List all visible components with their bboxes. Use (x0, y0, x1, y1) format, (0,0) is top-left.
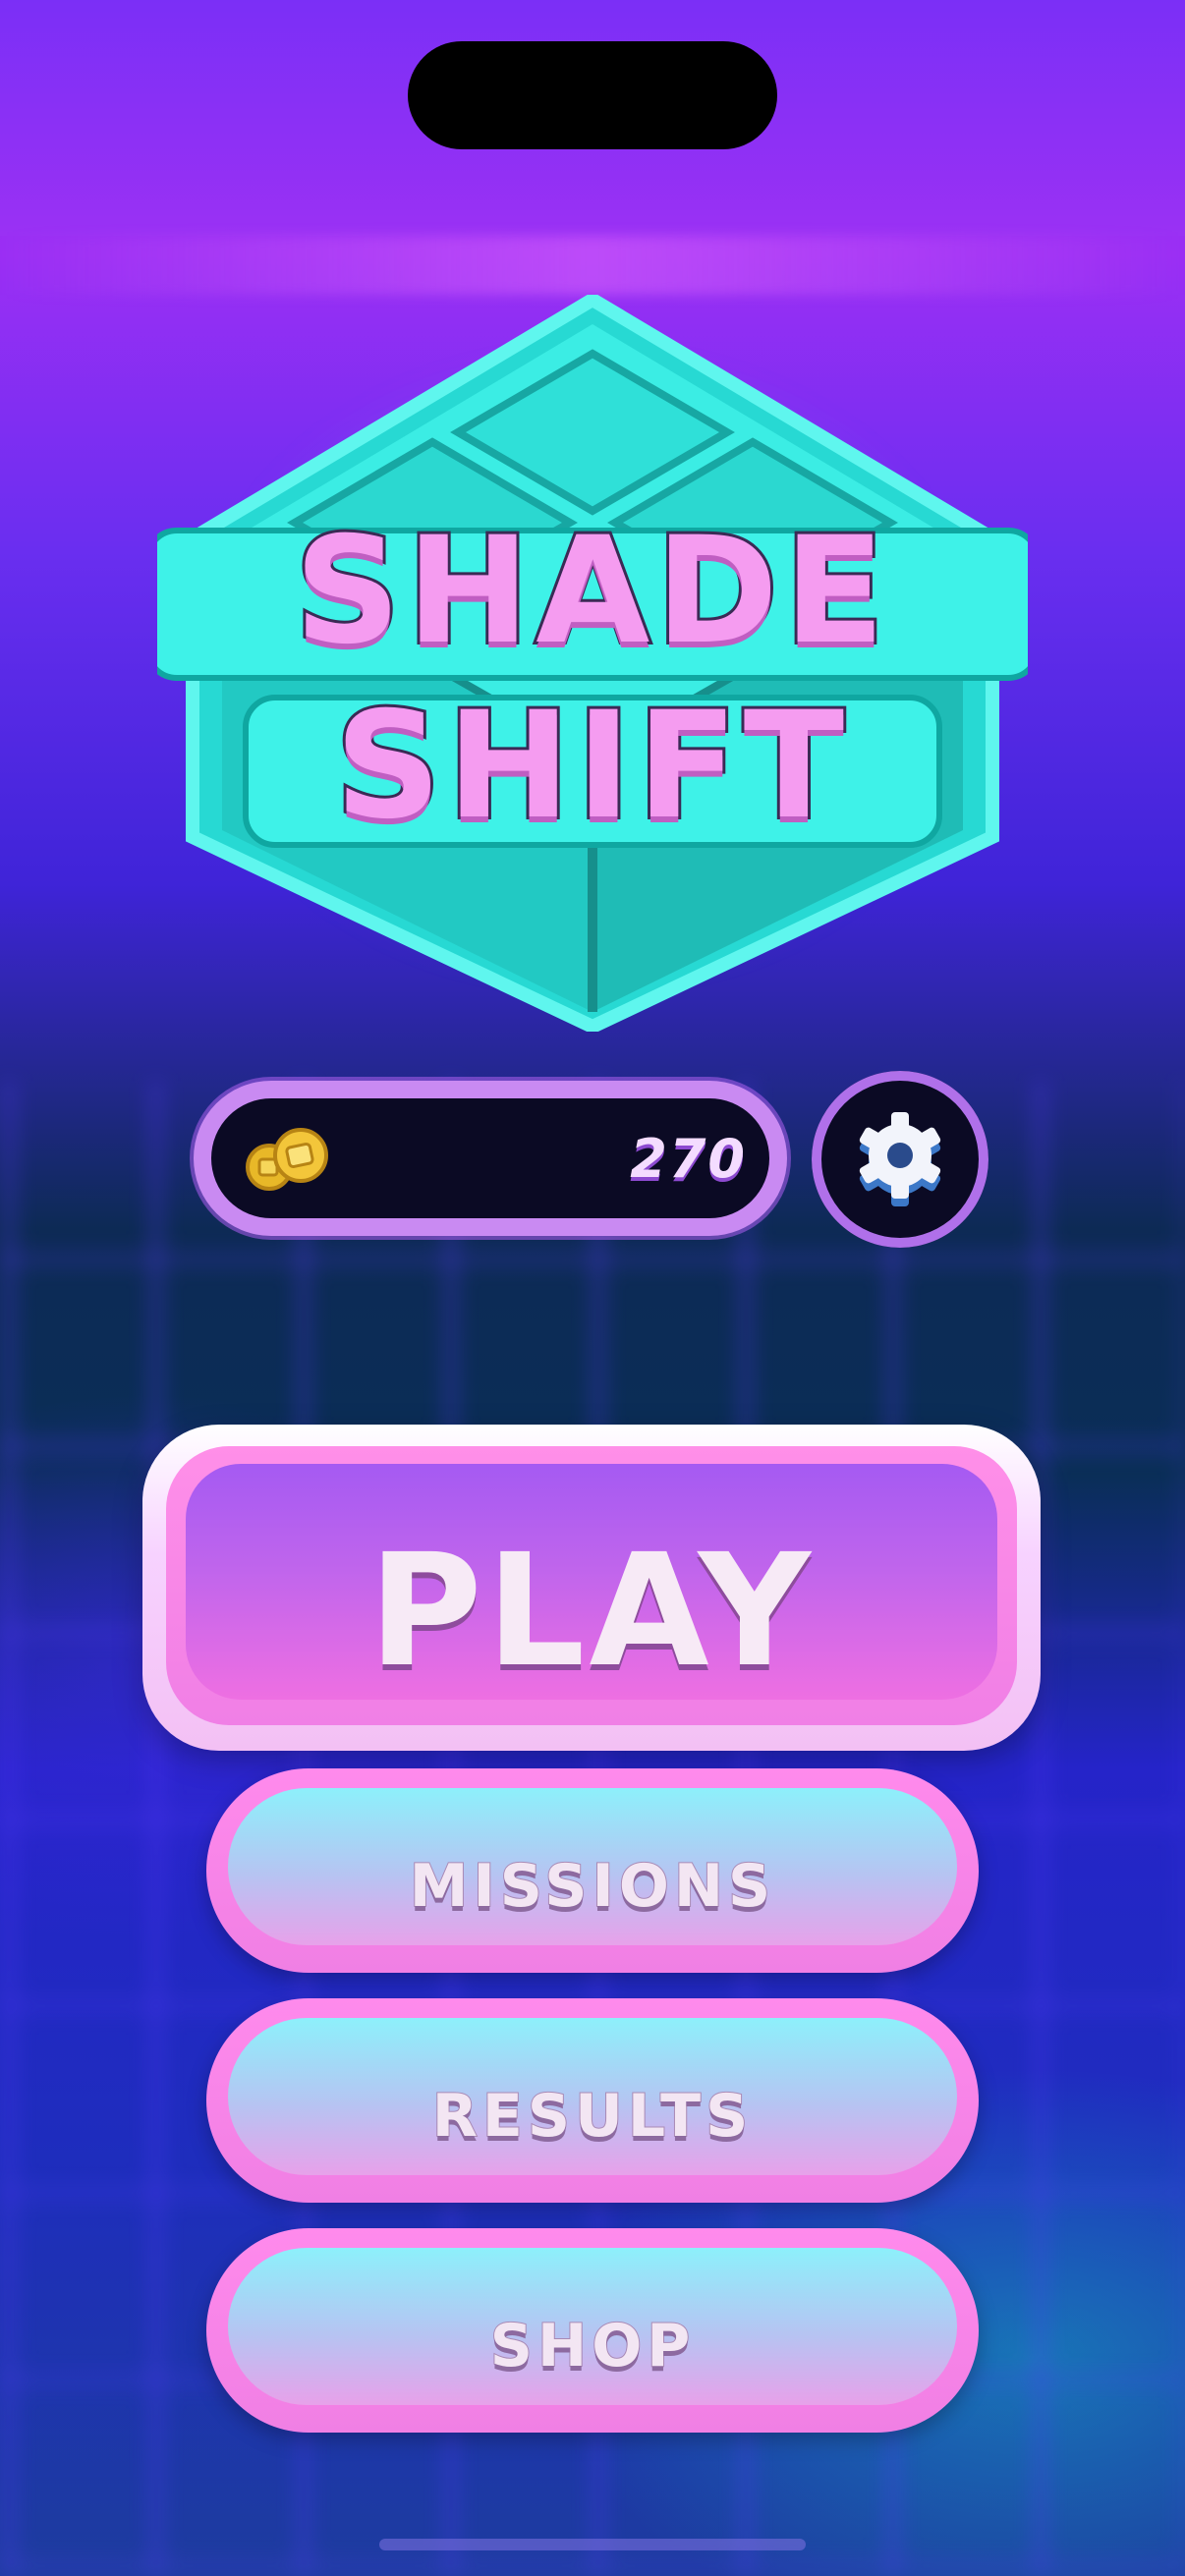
missions-button[interactable]: MISSIONS (206, 1768, 979, 1973)
missions-button-face: MISSIONS (228, 1788, 957, 1945)
results-button-face: RESULTS (228, 2018, 957, 2175)
home-indicator[interactable] (379, 2539, 806, 2550)
play-button-label: PLAY (367, 1521, 816, 1702)
shop-button[interactable]: SHOP (206, 2228, 979, 2433)
logo-title-line2: SHIFT (332, 681, 851, 852)
coin-count: 270 (630, 1128, 747, 1190)
results-button-label: RESULTS (431, 2081, 754, 2152)
game-logo: SHADE SHIFT (157, 295, 1028, 1032)
coins-icon (246, 1128, 328, 1191)
play-button[interactable]: PLAY (142, 1425, 1041, 1751)
gear-icon (859, 1112, 941, 1206)
play-button-face: PLAY (186, 1464, 997, 1702)
logo-title-line1: SHADE (292, 506, 891, 677)
settings-button[interactable] (812, 1071, 988, 1248)
background-glow-band (0, 236, 1185, 295)
missions-button-label: MISSIONS (409, 1851, 776, 1922)
camera-notch (408, 41, 777, 149)
results-button[interactable]: RESULTS (206, 1998, 979, 2203)
play-button-rim: PLAY (166, 1446, 1017, 1725)
shop-button-label: SHOP (489, 2311, 696, 2381)
shop-button-face: SHOP (228, 2248, 957, 2405)
